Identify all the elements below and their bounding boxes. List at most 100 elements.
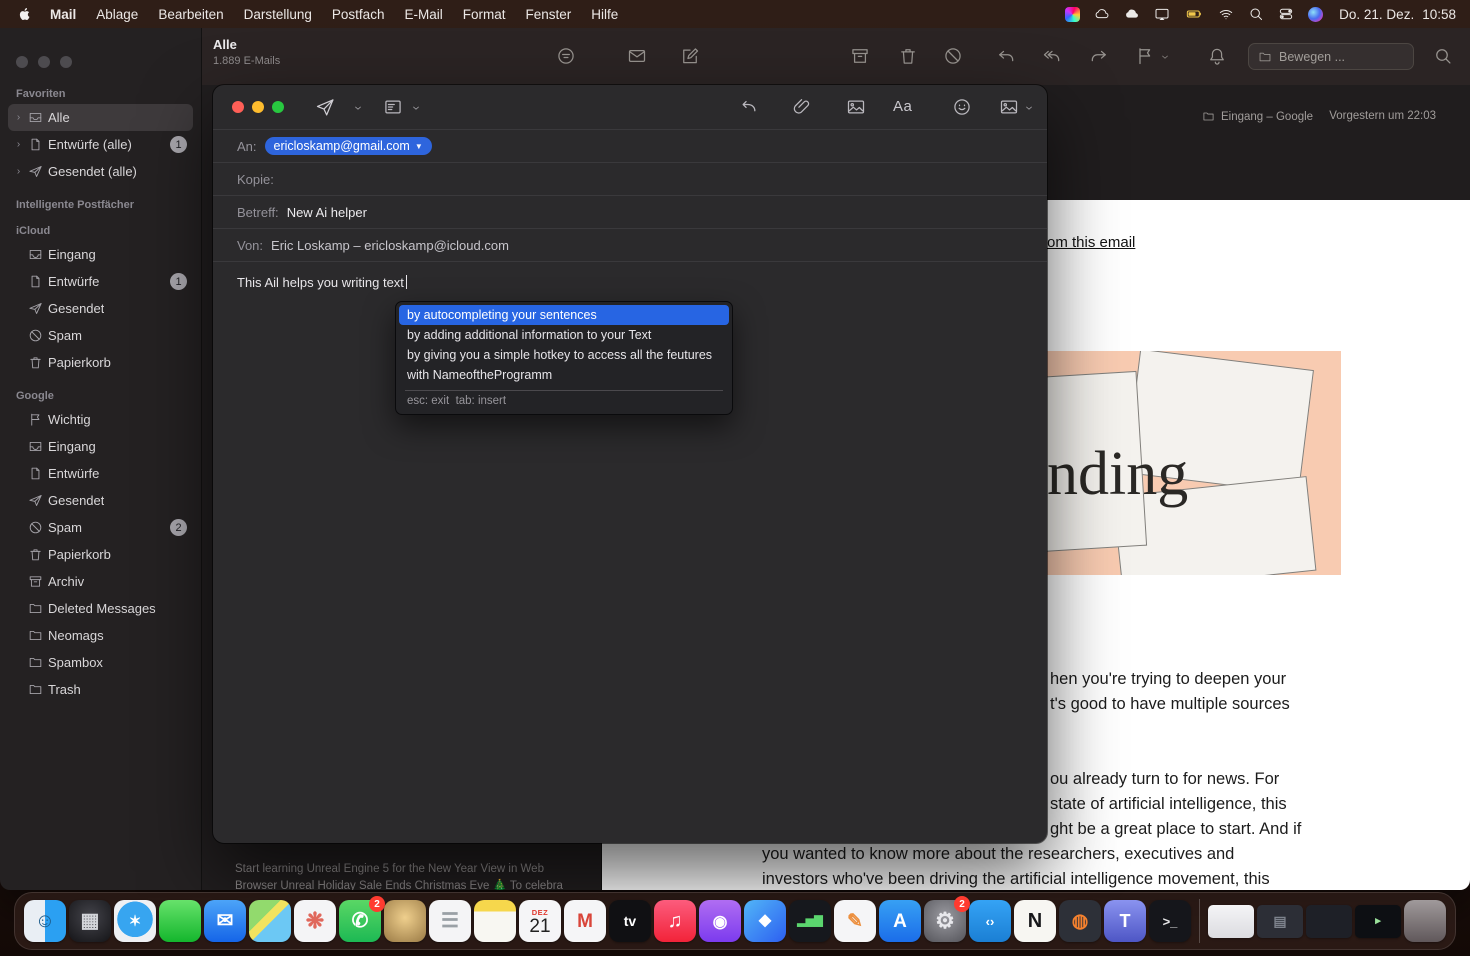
reply-all-icon[interactable] xyxy=(1042,46,1062,66)
cloud-icon[interactable] xyxy=(1094,6,1110,22)
send-options-chevron-icon[interactable] xyxy=(353,103,363,113)
sidebar-item[interactable]: › Eingang xyxy=(8,241,193,268)
wifi-icon[interactable] xyxy=(1218,6,1234,22)
notes-dock-icon[interactable] xyxy=(474,900,516,942)
minimized-window-dock-icon[interactable] xyxy=(1306,905,1352,938)
zoom-button[interactable] xyxy=(272,101,284,113)
emoji-icon[interactable] xyxy=(952,97,972,117)
sidebar-item[interactable]: › Gesendet (alle) xyxy=(8,158,193,185)
menu-item[interactable]: Format xyxy=(453,7,516,22)
close-button[interactable] xyxy=(232,101,244,113)
contacts-dock-icon[interactable] xyxy=(384,900,426,942)
markup-icon[interactable] xyxy=(846,97,866,117)
send-icon[interactable] xyxy=(315,97,335,117)
message-preview[interactable]: Start learning Unreal Engine 5 for the N… xyxy=(235,861,571,890)
mail-dock-icon[interactable]: ✉ xyxy=(204,900,246,942)
recipient-token[interactable]: ericloskamp@gmail.com ▼ xyxy=(265,137,432,155)
menu-item[interactable]: Ablage xyxy=(86,7,148,22)
photo-browser-chevron-icon[interactable] xyxy=(1024,103,1034,113)
sidebar-item[interactable]: › Entwürfe 1 xyxy=(8,268,193,295)
control-center-icon[interactable] xyxy=(1278,6,1294,22)
sidebar-item[interactable]: › Alle xyxy=(8,104,193,131)
chevron-right-icon[interactable]: › xyxy=(14,139,23,150)
suggestion-item[interactable]: by adding additional information to your… xyxy=(399,325,729,345)
shortcuts-dock-icon[interactable]: ◆ xyxy=(744,900,786,942)
menu-extra-app-icon[interactable] xyxy=(1065,7,1080,22)
facetime-dock-icon[interactable]: ✆ 2 xyxy=(339,900,381,942)
suggestion-item[interactable]: with NameoftheProgramm xyxy=(399,365,729,385)
messages-dock-icon[interactable] xyxy=(159,900,201,942)
message-body-editor[interactable]: This Ail helps you writing text xyxy=(213,262,1047,303)
suggestion-item[interactable]: by autocompleting your sentences xyxy=(399,305,729,325)
attachment-icon[interactable] xyxy=(792,97,812,117)
launchpad-dock-icon[interactable]: ▦ xyxy=(69,900,111,942)
filter-icon[interactable] xyxy=(556,46,576,66)
from-field[interactable]: Von: Eric Loskamp – ericloskamp@icloud.c… xyxy=(213,229,1047,262)
vscode-dock-icon[interactable]: ‹› xyxy=(969,900,1011,942)
menu-item[interactable]: Hilfe xyxy=(581,7,628,22)
chevron-right-icon[interactable]: › xyxy=(14,166,23,177)
to-field[interactable]: An: ericloskamp@gmail.com ▼ xyxy=(213,130,1047,163)
reply-icon[interactable] xyxy=(996,46,1016,66)
delete-icon[interactable] xyxy=(898,46,918,66)
flag-chevron-icon[interactable] xyxy=(1160,52,1170,62)
move-button[interactable]: Bewegen ... xyxy=(1248,43,1414,70)
menu-item[interactable]: E-Mail xyxy=(394,7,452,22)
terminal-dock-icon[interactable]: >_ xyxy=(1149,900,1191,942)
microsoft-teams-dock-icon[interactable]: T xyxy=(1104,900,1146,942)
blender-dock-icon[interactable]: ◍ xyxy=(1059,900,1101,942)
app-store-dock-icon[interactable]: A xyxy=(879,900,921,942)
sidebar-item[interactable]: › Eingang xyxy=(8,433,193,460)
cloud-solid-icon[interactable] xyxy=(1124,6,1140,22)
new-message-icon[interactable] xyxy=(680,46,700,66)
notion-dock-icon[interactable]: N xyxy=(1014,900,1056,942)
minimize-button[interactable] xyxy=(38,56,50,68)
minimized-window-dock-icon[interactable]: ▤ xyxy=(1257,905,1303,938)
safari-dock-icon[interactable]: ✶ xyxy=(114,900,156,942)
battery-icon[interactable] xyxy=(1184,6,1204,22)
search-icon[interactable] xyxy=(1433,46,1453,66)
trash-dock-icon[interactable] xyxy=(1404,900,1446,942)
spotlight-icon[interactable] xyxy=(1248,6,1264,22)
sidebar-item[interactable]: › Gesendet xyxy=(8,295,193,322)
junk-icon[interactable] xyxy=(943,46,963,66)
menu-item[interactable]: Mail xyxy=(40,7,86,22)
music-dock-icon[interactable]: ♫ xyxy=(654,900,696,942)
close-button[interactable] xyxy=(16,56,28,68)
screen-mirroring-icon[interactable] xyxy=(1154,6,1170,22)
format-button[interactable]: Aa xyxy=(893,98,912,115)
sidebar-item[interactable]: › Papierkorb xyxy=(8,541,193,568)
flag-icon[interactable] xyxy=(1135,46,1155,66)
chevron-right-icon[interactable]: › xyxy=(14,112,23,123)
mute-icon[interactable] xyxy=(1207,46,1227,66)
sidebar-item[interactable]: › Spam 2 xyxy=(8,514,193,541)
maps-dock-icon[interactable] xyxy=(249,900,291,942)
reminders-dock-icon[interactable]: ☰ xyxy=(429,900,471,942)
header-fields-chevron-icon[interactable] xyxy=(411,103,421,113)
menu-item[interactable]: Darstellung xyxy=(234,7,322,22)
menu-bar-clock[interactable]: Do. 21. Dez. 10:58 xyxy=(1339,7,1456,22)
minimized-window-dock-icon[interactable] xyxy=(1208,905,1254,938)
cc-field[interactable]: Kopie: xyxy=(213,163,1047,196)
sidebar-item[interactable]: › Trash xyxy=(8,676,193,703)
sidebar-item[interactable]: › Deleted Messages xyxy=(8,595,193,622)
photos-dock-icon[interactable]: ❋ xyxy=(294,900,336,942)
sidebar-item[interactable]: › Entwürfe xyxy=(8,460,193,487)
mimestream-dock-icon[interactable]: M xyxy=(564,900,606,942)
sidebar-item[interactable]: › Archiv xyxy=(8,568,193,595)
subject-field[interactable]: Betreff: New Ai helper xyxy=(213,196,1047,229)
menu-item[interactable]: Fenster xyxy=(515,7,581,22)
sidebar-item[interactable]: › Neomags xyxy=(8,622,193,649)
archive-icon[interactable] xyxy=(850,46,870,66)
sidebar-item[interactable]: › Entwürfe (alle) 1 xyxy=(8,131,193,158)
system-settings-dock-icon[interactable]: ⚙ 2 xyxy=(924,900,966,942)
photo-browser-icon[interactable] xyxy=(999,97,1019,117)
suggestion-item[interactable]: by giving you a simple hotkey to access … xyxy=(399,345,729,365)
siri-icon[interactable] xyxy=(1308,7,1323,22)
sidebar-item[interactable]: › Spam xyxy=(8,322,193,349)
apple-tv-dock-icon[interactable]: tv xyxy=(609,900,651,942)
finder-dock-icon[interactable]: ☺ xyxy=(24,900,66,942)
email-link-fragment[interactable]: om this email xyxy=(1047,234,1135,251)
podcasts-dock-icon[interactable]: ◉ xyxy=(699,900,741,942)
insert-reply-icon[interactable] xyxy=(739,97,759,117)
